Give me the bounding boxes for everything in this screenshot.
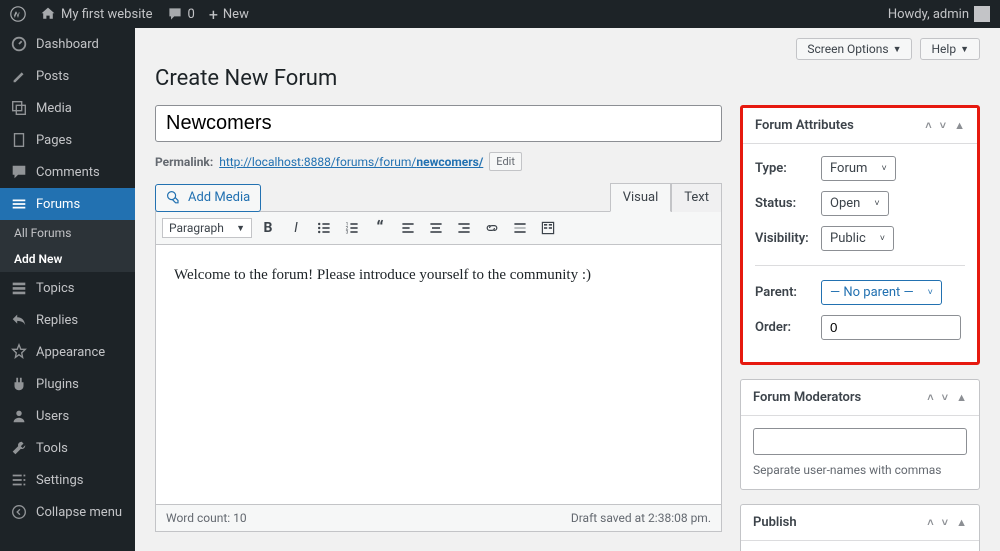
tab-visual[interactable]: Visual: [610, 183, 672, 212]
plus-icon: +: [209, 5, 218, 24]
collapse-menu[interactable]: Collapse menu: [0, 496, 135, 528]
post-title-input[interactable]: [155, 105, 722, 142]
permalink-edit-button[interactable]: Edit: [489, 152, 522, 171]
menu-forums[interactable]: Forums: [0, 188, 135, 220]
chevron-down-icon: ˅: [928, 287, 933, 298]
comments-link[interactable]: 0: [167, 6, 195, 22]
toolbar-toggle-button[interactable]: [536, 216, 560, 240]
chevron-down-icon: ▼: [236, 223, 245, 234]
permalink-label: Permalink:: [155, 155, 213, 169]
permalink-row: Permalink: http://localhost:8888/forums/…: [155, 152, 722, 171]
site-link[interactable]: My first website: [40, 6, 153, 22]
draft-saved-text: Draft saved at 2:38:08 pm.: [571, 511, 711, 525]
align-center-button[interactable]: [424, 216, 448, 240]
word-count: Word count: 10: [166, 511, 247, 525]
type-select[interactable]: Forum˅: [821, 156, 896, 181]
chevron-down-icon: ▼: [893, 44, 902, 55]
svg-text:3: 3: [346, 230, 349, 236]
read-more-button[interactable]: [508, 216, 532, 240]
new-label: New: [223, 7, 249, 22]
menu-topics[interactable]: Topics: [0, 272, 135, 304]
visibility-select[interactable]: Public˅: [821, 226, 894, 251]
submenu-forums: All Forums Add New: [0, 220, 135, 272]
bullet-list-button[interactable]: [312, 216, 336, 240]
add-media-button[interactable]: Add Media: [155, 184, 261, 212]
status-label: Status:: [755, 196, 809, 211]
type-label: Type:: [755, 161, 809, 176]
forum-moderators-box: Forum Moderators ˄ ˅ ▲ Separate user-names …: [740, 379, 980, 490]
menu-appearance[interactable]: Appearance: [0, 336, 135, 368]
publish-box: Publish˄˅▲ Move to Trash Publish: [740, 504, 980, 551]
toggle-icon[interactable]: ▲: [956, 516, 967, 529]
forum-moderators-title: Forum Moderators: [753, 390, 861, 405]
avatar: [974, 6, 990, 22]
main-content: Screen Options▼ Help▼ Create New Forum P…: [135, 28, 1000, 551]
bold-button[interactable]: B: [256, 216, 280, 240]
menu-users[interactable]: Users: [0, 400, 135, 432]
status-select[interactable]: Open˅: [821, 191, 889, 216]
account-link[interactable]: Howdy, admin: [888, 6, 990, 22]
italic-button[interactable]: I: [284, 216, 308, 240]
howdy-text: Howdy, admin: [888, 7, 969, 22]
forum-attributes-title: Forum Attributes: [755, 118, 854, 133]
admin-toolbar: My first website 0 + New Howdy, admin: [0, 0, 1000, 28]
editor-toolbar: Paragraph▼ B I 123 “: [155, 211, 722, 245]
site-name: My first website: [61, 7, 153, 22]
toggle-icon[interactable]: ▲: [954, 119, 965, 132]
menu-dashboard[interactable]: Dashboard: [0, 28, 135, 60]
editor-footer: Word count: 10 Draft saved at 2:38:08 pm…: [155, 505, 722, 532]
paragraph-select[interactable]: Paragraph▼: [162, 218, 252, 238]
visibility-label: Visibility:: [755, 231, 809, 246]
menu-media[interactable]: Media: [0, 92, 135, 124]
move-down-icon[interactable]: ˅: [940, 119, 946, 132]
forum-attributes-box: Forum Attributes ˄ ˅ ▲ Type: Forum˅ Status: O…: [740, 105, 980, 365]
menu-replies[interactable]: Replies: [0, 304, 135, 336]
parent-select[interactable]: — No parent —˅: [821, 280, 942, 305]
menu-comments[interactable]: Comments: [0, 156, 135, 188]
wordpress-logo-icon[interactable]: [10, 6, 26, 22]
chevron-down-icon: ˅: [874, 198, 879, 209]
moderators-input[interactable]: [753, 428, 967, 455]
menu-pages[interactable]: Pages: [0, 124, 135, 156]
comments-count: 0: [188, 7, 195, 22]
link-button[interactable]: [480, 216, 504, 240]
align-right-button[interactable]: [452, 216, 476, 240]
menu-posts[interactable]: Posts: [0, 60, 135, 92]
numbered-list-button[interactable]: 123: [340, 216, 364, 240]
admin-sidebar: Dashboard Posts Media Pages Comments For…: [0, 28, 135, 551]
move-up-icon[interactable]: ˄: [927, 391, 933, 404]
permalink-url[interactable]: http://localhost:8888/forums/forum/newco…: [219, 155, 483, 169]
blockquote-button[interactable]: “: [368, 216, 392, 240]
menu-plugins[interactable]: Plugins: [0, 368, 135, 400]
parent-label: Parent:: [755, 285, 809, 300]
chevron-down-icon: ˅: [881, 163, 886, 174]
move-up-icon[interactable]: ˄: [927, 516, 933, 529]
order-input[interactable]: [821, 315, 961, 340]
align-left-button[interactable]: [396, 216, 420, 240]
move-up-icon[interactable]: ˄: [925, 119, 931, 132]
editor-content[interactable]: Welcome to the forum! Please introduce y…: [155, 245, 722, 505]
chevron-down-icon: ▼: [960, 44, 969, 55]
screen-options-button[interactable]: Screen Options▼: [796, 38, 912, 60]
tab-text[interactable]: Text: [671, 183, 722, 212]
order-label: Order:: [755, 320, 809, 335]
page-title: Create New Forum: [155, 66, 980, 91]
submenu-all-forums[interactable]: All Forums: [0, 220, 135, 246]
submenu-add-new[interactable]: Add New: [0, 246, 135, 272]
help-button[interactable]: Help▼: [920, 38, 980, 60]
chevron-down-icon: ˅: [880, 233, 885, 244]
toggle-icon[interactable]: ▲: [956, 391, 967, 404]
menu-tools[interactable]: Tools: [0, 432, 135, 464]
move-down-icon[interactable]: ˅: [942, 391, 948, 404]
menu-settings[interactable]: Settings: [0, 464, 135, 496]
publish-title: Publish: [753, 515, 797, 530]
new-link[interactable]: + New: [209, 5, 249, 24]
move-down-icon[interactable]: ˅: [942, 516, 948, 529]
divider: [755, 265, 965, 266]
moderators-hint: Separate user-names with commas: [753, 463, 967, 477]
